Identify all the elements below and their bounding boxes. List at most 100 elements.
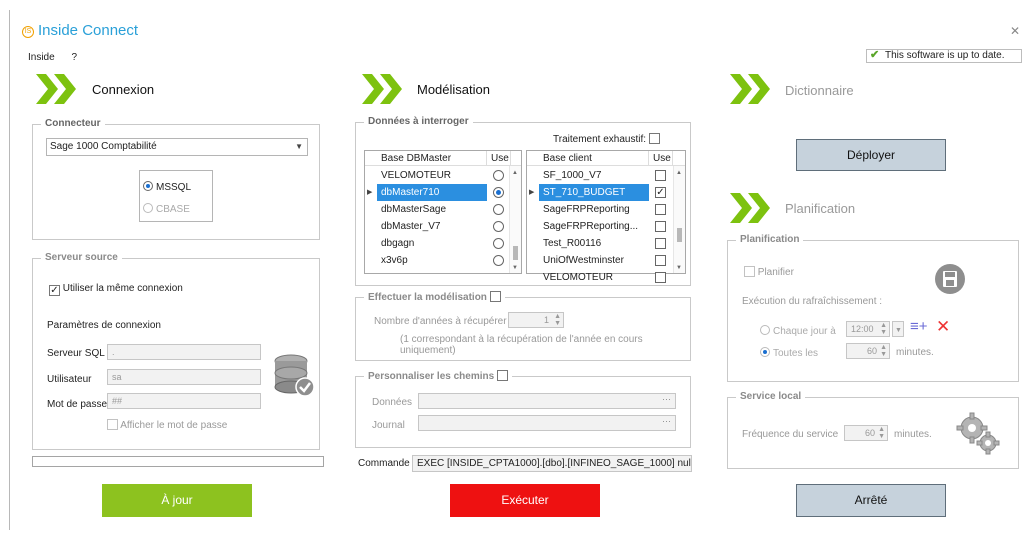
checkbox-empty-icon[interactable] xyxy=(655,221,666,232)
table-row[interactable]: Test_R00116 xyxy=(527,235,685,252)
row-name: x3v6p xyxy=(381,255,408,266)
same-connection-checkbox[interactable]: ✓ Utiliser la même connexion xyxy=(49,283,183,296)
planification-legend: Planification xyxy=(736,234,804,245)
save-icon[interactable] xyxy=(934,263,966,295)
freq-stepper[interactable]: 60 ▲ ▼ xyxy=(844,425,888,441)
connecteur-group: Connecteur Sage 1000 Comptabilité ▼ MSSQ… xyxy=(32,118,320,240)
table-row[interactable]: ▶ dbMaster710 xyxy=(365,184,521,201)
a-jour-button[interactable]: À jour xyxy=(102,484,252,517)
radio-cbase[interactable]: CBASE xyxy=(143,203,190,215)
donnees-path-label: Données xyxy=(372,397,413,408)
journal-path-label: Journal xyxy=(372,420,405,431)
radio-empty-icon[interactable] xyxy=(493,238,504,249)
client-scrollbar[interactable]: ▲ ▼ xyxy=(673,166,685,273)
table-row[interactable]: SageFRPReporting xyxy=(527,201,685,218)
chemins-legend[interactable]: Personnaliser les chemins xyxy=(364,370,512,382)
table-row[interactable]: SF_1000_V7 xyxy=(527,167,685,184)
checkbox-empty-icon[interactable] xyxy=(655,255,666,266)
table-row[interactable]: dbMaster_V7 xyxy=(365,218,521,235)
checkbox-checked-icon[interactable]: ✓ xyxy=(655,187,666,198)
connecteur-select[interactable]: Sage 1000 Comptabilité ▼ xyxy=(46,138,308,156)
client-grid[interactable]: Base client Use SF_1000_V7 ▶ ST_710_BUDGET… xyxy=(526,150,686,283)
row-name: SF_1000_V7 xyxy=(543,170,602,181)
chevron-right-double-icon xyxy=(730,74,770,104)
exhaustif-checkbox[interactable]: Traitement exhaustif: xyxy=(553,133,660,145)
table-row[interactable]: UniOfWestminster xyxy=(527,252,685,269)
master-col-use: Use xyxy=(487,151,511,166)
row-name: Test_R00116 xyxy=(543,238,602,249)
interval-value: 60 xyxy=(866,346,877,356)
spinner-icon[interactable]: ▲ ▼ xyxy=(554,313,561,327)
section-title-dictionnaire: Dictionnaire xyxy=(785,83,854,98)
interval-stepper[interactable]: 60 ▲ ▼ xyxy=(846,343,890,359)
master-grid[interactable]: Base DBMaster Use VELOMOTEUR ▶ dbMaster710… xyxy=(364,150,522,274)
serveur-sql-input[interactable]: . xyxy=(107,344,261,360)
table-row[interactable]: VELOMOTEUR xyxy=(527,269,685,286)
radio-chaque-jour[interactable]: Chaque jour à xyxy=(760,325,836,337)
radio-empty-icon xyxy=(760,325,770,335)
checkbox-empty-icon[interactable] xyxy=(655,204,666,215)
radio-selected-icon[interactable] xyxy=(493,187,504,198)
table-row[interactable]: ▶ ST_710_BUDGET ✓ xyxy=(527,184,685,201)
time-value: 12:00 xyxy=(851,324,874,334)
radio-cbase-label: CBASE xyxy=(156,204,190,215)
app-title-text: Inside Connect xyxy=(38,22,139,39)
add-schedule-icon[interactable]: ≡+ xyxy=(910,318,928,335)
journal-path-input[interactable]: ··· xyxy=(418,415,676,431)
deployer-button[interactable]: Déployer xyxy=(796,139,946,171)
database-check-icon xyxy=(274,354,315,397)
chevron-right-double-icon xyxy=(730,193,770,223)
table-row[interactable]: dbMasterSage xyxy=(365,201,521,218)
planifier-checkbox[interactable]: Planifier xyxy=(744,266,794,278)
time-picker[interactable]: 12:00 ▲ ▼ xyxy=(846,321,890,337)
browse-icon[interactable]: ··· xyxy=(662,392,671,406)
donnees-group: Données à interroger Traitement exhausti… xyxy=(355,116,691,286)
radio-empty-icon[interactable] xyxy=(493,170,504,181)
show-password-checkbox[interactable]: Afficher le mot de passe xyxy=(107,419,227,431)
checkbox-empty-icon xyxy=(648,133,660,144)
client-col-name: Base client xyxy=(539,151,649,166)
arrete-button[interactable]: Arrêté xyxy=(796,484,946,517)
menu-item-inside[interactable]: Inside xyxy=(28,52,55,63)
years-stepper[interactable]: 1 ▲ ▼ xyxy=(508,312,564,328)
toutes-les-label: Toutes les xyxy=(773,348,819,359)
browse-icon[interactable]: ··· xyxy=(662,414,671,428)
checkbox-empty-icon xyxy=(489,291,501,302)
table-row[interactable]: SageFRPReporting... xyxy=(527,218,685,235)
table-row[interactable]: x3v6p xyxy=(365,252,521,269)
scroll-thumb[interactable] xyxy=(513,246,518,260)
chevron-down-icon: ▼ xyxy=(295,142,303,151)
commande-input[interactable]: EXEC [INSIDE_CPTA1000].[dbo].[INFINEO_SA… xyxy=(412,455,692,472)
table-row[interactable]: dbgagn xyxy=(365,235,521,252)
menu-bar: Inside ? xyxy=(28,52,91,63)
time-dropdown[interactable]: ▼ xyxy=(892,321,904,337)
connecteur-select-value: Sage 1000 Comptabilité xyxy=(50,141,157,152)
spinner-icon[interactable]: ▲ ▼ xyxy=(880,322,887,336)
client-grid-header: Base client Use xyxy=(527,151,685,166)
checkbox-empty-icon[interactable] xyxy=(655,170,666,181)
table-row[interactable]: VELOMOTEUR xyxy=(365,167,521,184)
radio-empty-icon[interactable] xyxy=(493,221,504,232)
chevron-right-double-icon xyxy=(362,74,402,104)
scroll-thumb[interactable] xyxy=(677,228,682,242)
radio-toutes-les[interactable]: Toutes les xyxy=(760,347,818,359)
radio-empty-icon[interactable] xyxy=(493,204,504,215)
close-icon[interactable]: ✕ xyxy=(1010,24,1020,38)
master-scrollbar[interactable]: ▲ ▼ xyxy=(509,166,521,273)
executer-button[interactable]: Exécuter xyxy=(450,484,600,517)
delete-schedule-icon[interactable]: ✕ xyxy=(936,317,950,337)
donnees-path-input[interactable]: ··· xyxy=(418,393,676,409)
chaque-jour-label: Chaque jour à xyxy=(773,326,836,337)
spinner-icon[interactable]: ▲ ▼ xyxy=(880,344,887,358)
checkbox-empty-icon[interactable] xyxy=(655,238,666,249)
menu-item-help[interactable]: ? xyxy=(71,52,77,63)
effectuer-legend[interactable]: Effectuer la modélisation xyxy=(364,291,505,303)
utilisateur-input[interactable]: sa xyxy=(107,369,261,385)
checkbox-empty-icon[interactable] xyxy=(655,272,666,283)
radio-mssql[interactable]: MSSQL xyxy=(143,181,191,193)
section-title-connexion: Connexion xyxy=(92,82,155,97)
password-input[interactable]: ## xyxy=(107,393,261,409)
spinner-icon[interactable]: ▲ ▼ xyxy=(878,426,885,440)
row-name: SageFRPReporting xyxy=(543,204,630,215)
radio-empty-icon[interactable] xyxy=(493,255,504,266)
